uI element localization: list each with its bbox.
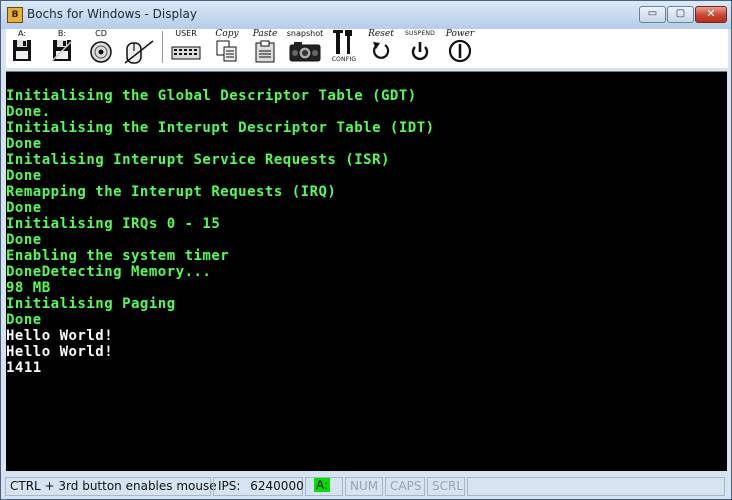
scroll-lock-indicator: SCRL xyxy=(427,477,465,496)
floppy-a-label: A: xyxy=(17,29,27,38)
paste-button[interactable]: Paste xyxy=(250,29,280,67)
minimize-button[interactable]: ▭ xyxy=(639,6,666,23)
status-bar-filler xyxy=(467,477,725,496)
floppy-b-label: B: xyxy=(57,29,67,38)
copy-label: Copy xyxy=(215,29,239,39)
ips-indicator: IPS: 6240000 xyxy=(213,477,304,496)
snapshot-label: snapshot xyxy=(286,29,324,38)
minimize-icon: ▭ xyxy=(647,8,658,19)
suspend-icon xyxy=(411,42,429,61)
toolbar-separator xyxy=(162,31,163,63)
paste-label: Paste xyxy=(252,29,278,39)
cdrom-button[interactable]: CD xyxy=(86,29,116,67)
power-label: Power xyxy=(445,29,475,39)
console-line: Done. xyxy=(6,104,51,120)
user-label: USER xyxy=(175,29,197,38)
window-title: Bochs for Windows - Display xyxy=(27,7,197,21)
snapshot-button[interactable]: snapshot xyxy=(286,29,324,67)
floppy-disk-icon xyxy=(51,40,73,62)
reset-button[interactable]: Reset xyxy=(364,29,398,67)
floppy-a-button[interactable]: A: xyxy=(8,29,36,67)
caps-lock-indicator: CAPS xyxy=(385,477,425,496)
floppy-disk-icon xyxy=(13,40,31,61)
close-icon: ✕ xyxy=(706,7,716,20)
close-button[interactable]: ✕ xyxy=(695,6,727,23)
reset-label: Reset xyxy=(368,29,394,39)
config-button[interactable]: CONFIG xyxy=(328,29,360,67)
maximize-icon: ▢ xyxy=(675,8,686,19)
console-line: Hello World! xyxy=(6,344,114,360)
suspend-button[interactable]: SUSPEND xyxy=(402,29,438,67)
console-line: Initialising the Global Descriptor Table… xyxy=(6,88,417,104)
drive-led-cell: A: xyxy=(305,477,343,496)
config-label: CONFIG xyxy=(331,56,357,63)
console-line: 1411 xyxy=(6,360,42,376)
camera-icon xyxy=(289,42,321,62)
console-line: Enabling the system timer xyxy=(6,248,230,264)
console-line: Initialising Paging xyxy=(6,296,176,312)
copy-button[interactable]: Copy xyxy=(212,29,242,67)
console-line: Hello World! xyxy=(6,328,114,344)
console-line: Done xyxy=(6,312,42,328)
copy-icon xyxy=(216,40,237,62)
user-button[interactable]: USER xyxy=(168,29,204,67)
console-output: Initialising the Global Descriptor Table… xyxy=(6,88,727,376)
mouse-icon xyxy=(124,40,154,64)
ips-label: IPS: xyxy=(218,479,241,493)
title-bar[interactable]: B Bochs for Windows - Display ▭ ▢ ✕ xyxy=(1,1,731,29)
mouse-hint: CTRL + 3rd button enables mouse xyxy=(5,477,217,496)
reset-icon xyxy=(373,42,390,59)
emulator-display[interactable]: Initialising the Global Descriptor Table… xyxy=(6,71,727,471)
drive-a-led: A: xyxy=(314,478,331,492)
keyboard-icon xyxy=(171,46,201,60)
console-line: 98 MB xyxy=(6,280,51,296)
console-line: Done xyxy=(6,168,42,184)
clipboard-icon xyxy=(255,40,275,63)
floppy-b-button[interactable]: B: xyxy=(48,29,76,67)
config-tools-icon xyxy=(333,30,352,54)
cdrom-icon xyxy=(90,41,112,63)
bochs-app-icon: B xyxy=(7,7,23,23)
console-line: Initalising Interupt Service Requests (I… xyxy=(6,152,390,168)
cdrom-label: CD xyxy=(95,29,107,38)
maximize-button[interactable]: ▢ xyxy=(667,6,694,23)
ips-value: 6240000 xyxy=(250,479,304,493)
console-line: Initialising the Interupt Descriptor Tab… xyxy=(6,120,435,136)
toolbar: A: B: CD USER Copy Paste snapshot CONFIG… xyxy=(6,29,728,68)
power-icon xyxy=(448,39,472,63)
num-lock-indicator: NUM xyxy=(345,477,383,496)
console-line: Done xyxy=(6,200,42,216)
power-button[interactable]: Power xyxy=(442,29,478,67)
console-line: Done xyxy=(6,232,42,248)
console-line: Remapping the Interupt Requests (IRQ) xyxy=(6,184,337,200)
console-line: Done xyxy=(6,136,42,152)
bochs-window: B Bochs for Windows - Display ▭ ▢ ✕ A: B… xyxy=(0,0,732,500)
console-line: Initialising IRQs 0 - 15 xyxy=(6,216,221,232)
status-bar: CTRL + 3rd button enables mouse IPS: 624… xyxy=(1,474,731,499)
console-line: DoneDetecting Memory... xyxy=(6,264,212,280)
suspend-label: SUSPEND xyxy=(405,30,435,37)
mouse-toggle-button[interactable] xyxy=(122,29,156,67)
